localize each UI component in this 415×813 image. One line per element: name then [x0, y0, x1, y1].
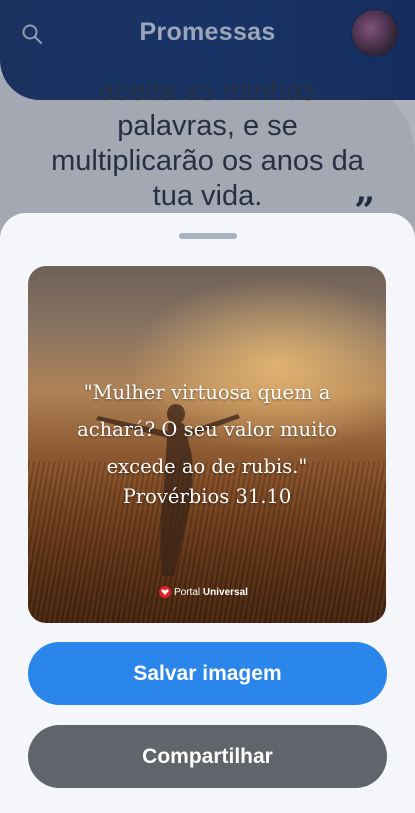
logo-text: Portal Universal [174, 586, 248, 598]
verse-quote-line: "Mulher virtuosa quem a [83, 381, 331, 404]
save-image-button[interactable]: Salvar imagem [28, 642, 387, 705]
verse-image: "Mulher virtuosa quem a achará? O seu va… [28, 266, 386, 623]
share-button[interactable]: Compartilhar [28, 725, 387, 788]
verse-quote-line: excede ao de rubis." [106, 455, 308, 478]
drag-handle[interactable] [179, 233, 237, 239]
verse-quote-line: achará? O seu valor muito [77, 418, 337, 441]
heart-logo-icon [159, 586, 171, 598]
verse-reference: Provérbios 31.10 [122, 485, 292, 508]
share-bottom-sheet: "Mulher virtuosa quem a achará? O seu va… [0, 213, 415, 813]
portal-universal-logo: Portal Universal [159, 584, 248, 600]
verse-quote: "Mulher virtuosa quem a achará? O seu va… [28, 374, 386, 485]
